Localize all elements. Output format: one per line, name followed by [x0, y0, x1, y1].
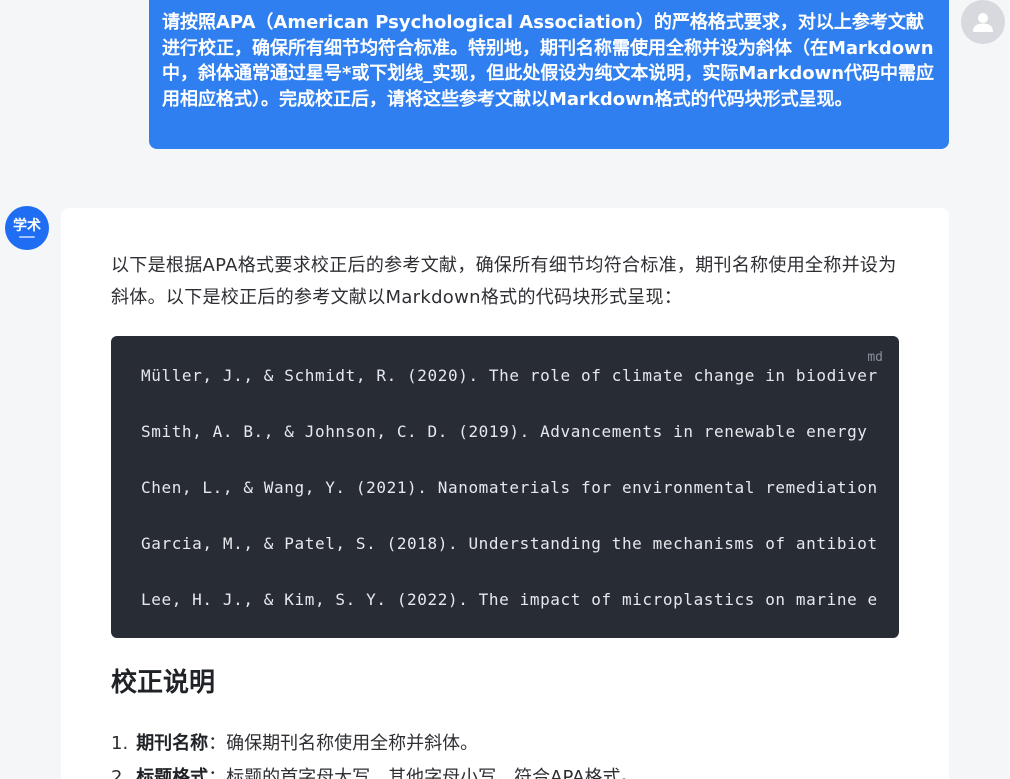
code-line: Müller, J., & Schmidt, R. (2020). The ro…	[141, 366, 878, 385]
assistant-intro-text: 以下是根据APA格式要求校正后的参考文献，确保所有细节均符合标准，期刊名称使用全…	[111, 255, 897, 308]
code-line: Garcia, M., & Patel, S. (2018). Understa…	[141, 534, 878, 553]
list-item: 2. 标题格式：标题的首字母大写，其他字母小写，符合APA格式。	[111, 761, 639, 779]
assistant-message-card: 以下是根据APA格式要求校正后的参考文献，确保所有细节均符合标准，期刊名称使用全…	[61, 208, 949, 779]
code-line: Lee, H. J., & Kim, S. Y. (2022). The imp…	[141, 590, 878, 609]
assistant-logo-mark	[19, 235, 35, 238]
code-line: Smith, A. B., & Johnson, C. D. (2019). A…	[141, 422, 868, 441]
note-term: 期刊名称	[136, 733, 209, 754]
user-message-text: 请按照APA（American Psychological Associatio…	[162, 12, 935, 110]
user-message-bubble: 请按照APA（American Psychological Associatio…	[149, 0, 949, 149]
user-avatar[interactable]	[961, 0, 1005, 44]
note-text: ：确保期刊名称使用全称并斜体。	[208, 733, 479, 754]
list-item: 1. 期刊名称：确保期刊名称使用全称并斜体。	[111, 727, 639, 761]
section-title: 校正说明	[111, 668, 216, 698]
list-number: 1.	[111, 733, 129, 754]
code-line: Chen, L., & Wang, Y. (2021). Nanomateria…	[141, 478, 878, 497]
code-block[interactable]: md Müller, J., & Schmidt, R. (2020). The…	[111, 336, 899, 638]
note-text: ：标题的首字母大写，其他字母小写，符合APA格式。	[208, 767, 639, 779]
list-number: 2.	[111, 767, 129, 779]
assistant-avatar: 学术	[5, 206, 49, 250]
user-icon	[973, 13, 993, 32]
code-language-label: md	[867, 350, 883, 365]
correction-notes-list: 1. 期刊名称：确保期刊名称使用全称并斜体。 2. 标题格式：标题的首字母大写，其他…	[111, 727, 639, 779]
code-lines: Müller, J., & Schmidt, R. (2020). The ro…	[141, 364, 878, 638]
assistant-logo-text: 学术	[13, 217, 41, 234]
note-term: 标题格式	[136, 767, 209, 779]
chat-page: 请按照APA（American Psychological Associatio…	[0, 0, 1010, 779]
